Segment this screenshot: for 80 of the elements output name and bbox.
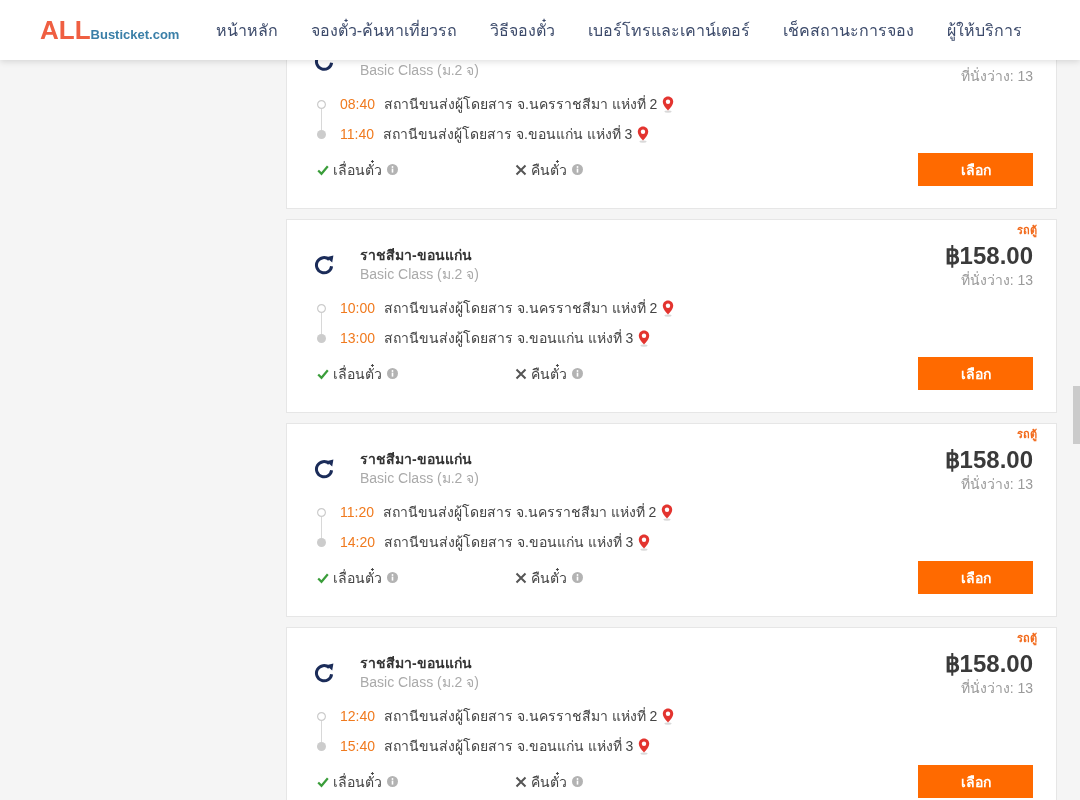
stop-time: 14:20 <box>340 534 376 550</box>
site-logo-link[interactable]: ALLBusticket.com <box>40 14 180 46</box>
map-pin-icon[interactable] <box>662 95 675 113</box>
policy-label: คืนตั๋ว <box>531 567 567 588</box>
filled-dot-icon <box>316 537 326 547</box>
info-icon[interactable] <box>387 368 398 379</box>
policy-label: เลื่อนตั๋ว <box>333 771 382 792</box>
hollow-dot-icon <box>316 711 326 721</box>
policy-label: คืนตั๋ว <box>531 771 567 792</box>
bus-class-text: Basic Class (ม.2 จ) <box>360 265 479 284</box>
station-name: สถานีขนส่งผู้โดยสาร จ.ขอนแก่น แห่งที่ 3 <box>384 328 634 349</box>
scrollbar-thumb[interactable] <box>1073 386 1080 444</box>
policy-label: คืนตั๋ว <box>531 159 567 180</box>
seats-available-text: ที่นั่งว่าง: 13 <box>960 474 1033 494</box>
route-title: ราชสีมา-ขอนแก่น <box>360 246 473 265</box>
info-icon[interactable] <box>572 164 583 175</box>
map-pin-icon[interactable] <box>638 329 651 347</box>
nav-link[interactable]: หน้าหลัก <box>215 17 278 43</box>
policy-label: เลื่อนตั๋ว <box>333 159 382 180</box>
hollow-dot-icon <box>316 507 326 517</box>
stop-time: 11:20 <box>340 504 374 520</box>
filled-dot-icon <box>316 333 326 343</box>
filled-dot-icon <box>316 741 326 751</box>
bus-class-text: Basic Class (ม.2 จ) <box>360 469 479 488</box>
price-text: ฿158.00 <box>944 242 1033 270</box>
hollow-dot-icon <box>316 303 326 313</box>
stop-time: 11:40 <box>340 126 374 142</box>
map-pin-icon[interactable] <box>637 125 650 143</box>
timeline-line <box>320 516 322 538</box>
timeline-line <box>320 108 322 130</box>
seats-available-text: ที่นั่งว่าง: 13 <box>960 678 1033 698</box>
hollow-dot-icon <box>316 99 326 109</box>
price-text: ฿158.00 <box>944 650 1033 678</box>
stop-time: 12:40 <box>340 708 376 724</box>
policy-label: เลื่อนตั๋ว <box>333 567 382 588</box>
map-pin-icon[interactable] <box>661 503 674 521</box>
station-name: สถานีขนส่งผู้โดยสาร จ.นครราชสีมา แห่งที่ 2 <box>384 94 658 115</box>
station-name: สถานีขนส่งผู้โดยสาร จ.ขอนแก่น แห่งที่ 3 <box>384 532 634 553</box>
stop-time: 10:00 <box>340 300 376 316</box>
station-name: สถานีขนส่งผู้โดยสาร จ.นครราชสีมา แห่งที่ 2 <box>384 706 658 727</box>
station-name: สถานีขนส่งผู้โดยสาร จ.ขอนแก่น แห่งที่ 3 <box>384 736 634 757</box>
timeline-line <box>320 312 322 334</box>
filled-dot-icon <box>316 129 326 139</box>
station-name: สถานีขนส่งผู้โดยสาร จ.ขอนแก่น แห่งที่ 3 <box>383 124 633 145</box>
station-name: สถานีขนส่งผู้โดยสาร จ.นครราชสีมา แห่งที่ 2 <box>383 502 657 523</box>
nav-link[interactable]: เช็คสถานะการจอง <box>783 17 914 43</box>
nav-link[interactable]: วิธีจองตั๋ว <box>490 17 555 43</box>
info-icon[interactable] <box>387 164 398 175</box>
policy-label: เลื่อนตั๋ว <box>333 363 382 384</box>
map-pin-icon[interactable] <box>638 533 651 551</box>
circular-arrow-logo-icon <box>314 255 334 275</box>
circular-arrow-logo-icon <box>314 459 334 479</box>
price-text: ฿158.00 <box>944 446 1033 474</box>
bus-class-text: Basic Class (ม.2 จ) <box>360 673 479 692</box>
stop-time: 13:00 <box>340 330 376 346</box>
route-title: ราชสีมา-ขอนแก่น <box>360 654 473 673</box>
map-pin-icon[interactable] <box>662 707 675 725</box>
nav-link[interactable]: เบอร์โทรและเคาน์เตอร์ <box>588 17 750 43</box>
info-icon[interactable] <box>387 572 398 583</box>
info-icon[interactable] <box>572 776 583 787</box>
vehicle-type-label: รถตู้ <box>1017 632 1037 644</box>
info-icon[interactable] <box>572 572 583 583</box>
bus-class-text: Basic Class (ม.2 จ) <box>360 61 479 80</box>
stop-time: 15:40 <box>340 738 376 754</box>
stop-time: 08:40 <box>340 96 376 112</box>
info-icon[interactable] <box>572 368 583 379</box>
timeline-line <box>320 720 322 742</box>
seats-available-text: ที่นั่งว่าง: 13 <box>960 270 1033 290</box>
nav-link[interactable]: จองตั๋ว-ค้นหาเที่ยวรถ <box>310 17 457 43</box>
info-icon[interactable] <box>387 776 398 787</box>
route-title: ราชสีมา-ขอนแก่น <box>360 450 473 469</box>
vehicle-type-label: รถตู้ <box>1017 224 1037 236</box>
map-pin-icon[interactable] <box>638 737 651 755</box>
map-pin-icon[interactable] <box>662 299 675 317</box>
vehicle-type-label: รถตู้ <box>1017 428 1037 440</box>
policy-label: คืนตั๋ว <box>531 363 567 384</box>
seats-available-text: ที่นั่งว่าง: 13 <box>960 66 1033 86</box>
nav-link[interactable]: ผู้ให้บริการ <box>947 17 1022 43</box>
circular-arrow-logo-icon <box>314 663 334 683</box>
station-name: สถานีขนส่งผู้โดยสาร จ.นครราชสีมา แห่งที่ 2 <box>384 298 658 319</box>
